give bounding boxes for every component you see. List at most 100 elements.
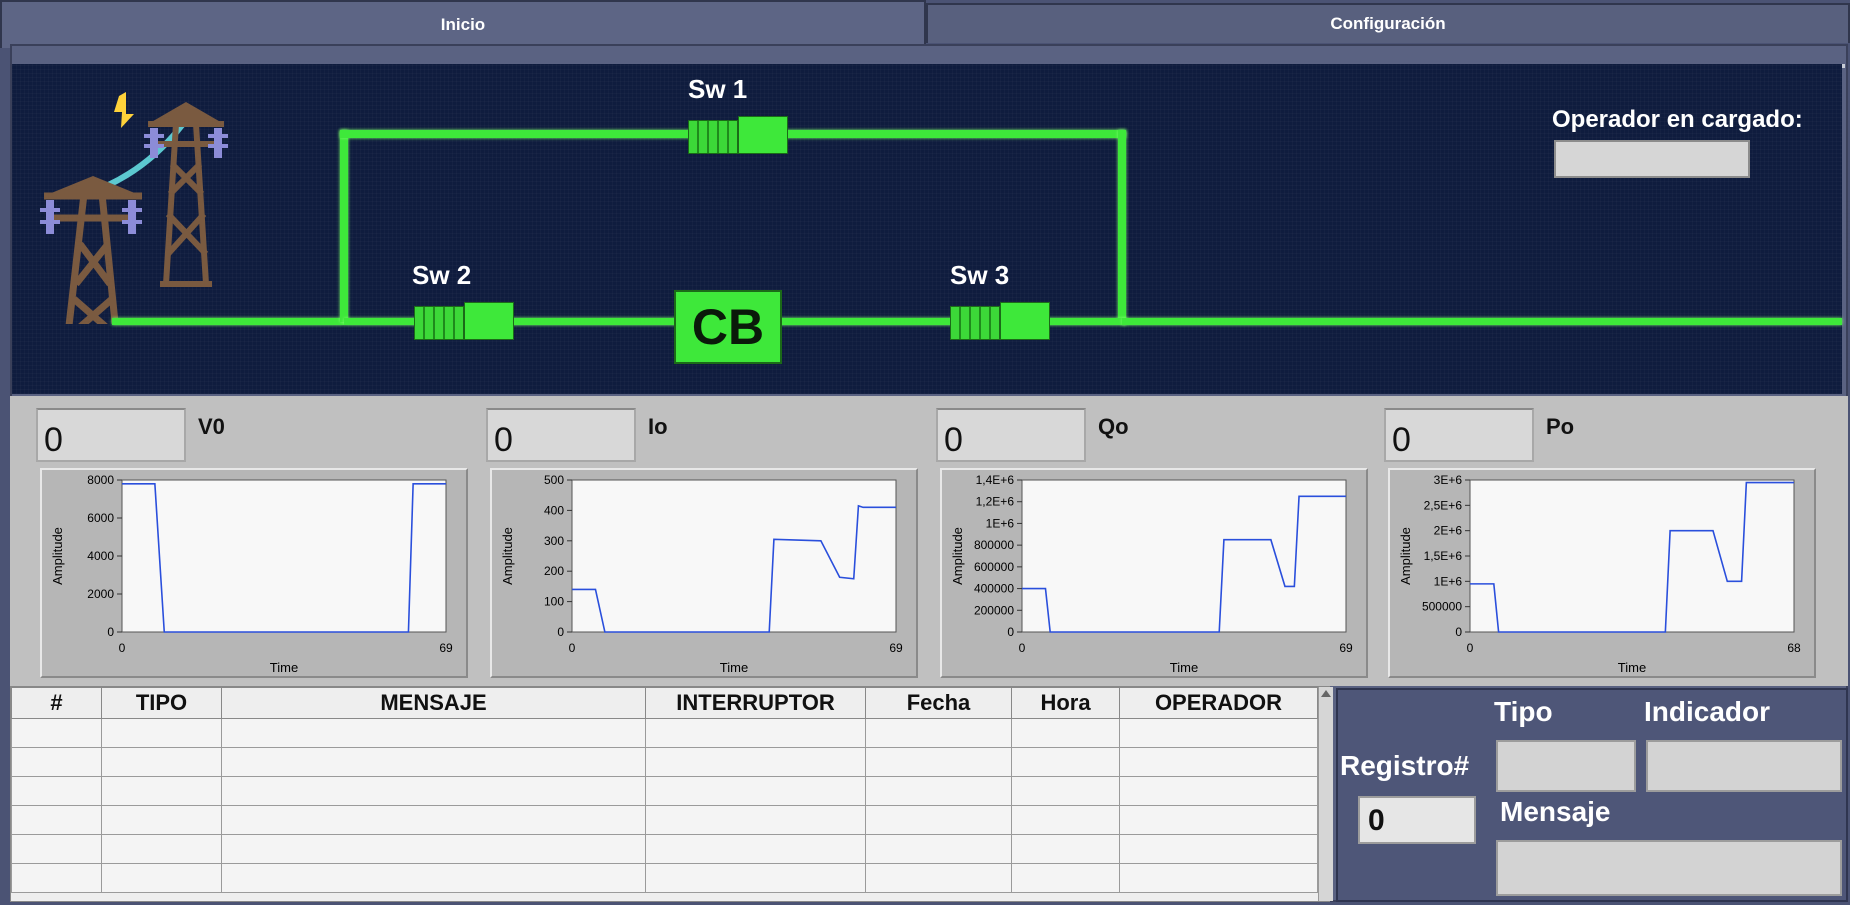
registro-field[interactable]: 0 (1358, 796, 1476, 844)
record-panel: Tipo Indicador Registro# 0 Mensaje (1336, 688, 1848, 902)
plot-area (571, 479, 897, 633)
y-tick-label: 8000 (87, 473, 114, 487)
table-cell (865, 776, 1012, 806)
meter-0-chart: 8000 6000 4000 2000 0 0 69 Time Amplitude (40, 468, 468, 678)
y-tick-label: 0 (557, 625, 564, 639)
x-tick-label: 0 (569, 641, 576, 655)
y-tick-label: 1,5E+6 (1424, 549, 1463, 563)
y-tick-label: 500 (544, 473, 564, 487)
column-header[interactable]: TIPO (101, 687, 222, 719)
meter-0-label: V0 (198, 414, 225, 439)
mensaje-field[interactable] (1496, 840, 1842, 896)
table-cell (865, 863, 1012, 893)
y-tick-label: 1E+6 (1434, 574, 1463, 588)
table-cell (1119, 834, 1318, 864)
registro-label: Registro# (1340, 750, 1470, 781)
table-cell (221, 747, 646, 777)
circuit-breaker-button[interactable]: CB (674, 290, 782, 364)
meter-1-value-field[interactable]: 0 (486, 408, 636, 462)
table-row[interactable] (11, 776, 1318, 806)
table-cell (221, 834, 646, 864)
table-cell (645, 718, 866, 748)
table-row[interactable] (11, 863, 1318, 893)
tipo-field[interactable] (1496, 740, 1636, 792)
table-cell (645, 863, 866, 893)
tab-configuracion[interactable]: Configuración (926, 3, 1850, 43)
table-cell (101, 805, 222, 835)
meter-1-label: Io (648, 414, 668, 439)
mensaje-label: Mensaje (1500, 796, 1611, 827)
table-cell (11, 805, 102, 835)
meter-3-plot: 3E+6 2,5E+6 2E+6 1,5E+6 1E+6 500000 00 68 Time Am… (1398, 473, 1801, 675)
y-axis-label: Amplitude (950, 527, 965, 585)
table-scrollbar[interactable] (1318, 687, 1333, 901)
y-tick-label: 2,5E+6 (1424, 498, 1463, 512)
y-axis-label: Amplitude (1398, 527, 1413, 585)
table-cell (1011, 805, 1120, 835)
meter-0-value-field[interactable]: 0 (36, 408, 186, 462)
y-axis-label: Amplitude (500, 527, 515, 585)
sw1-label: Sw 1 (688, 74, 748, 104)
table-row[interactable] (11, 718, 1318, 748)
meter-2-chart: 1,4E+6 1,2E+6 1E+6 800000 600000 400000 200000… (940, 468, 1368, 678)
x-axis-label: Time (720, 660, 748, 675)
table-row[interactable] (11, 834, 1318, 864)
x-tick-label: 0 (1019, 641, 1026, 655)
circuit-diagram: Sw 1 Sw 2 Sw 3 CB Operador en cargado: (12, 64, 1842, 394)
table-cell (645, 834, 866, 864)
meter-3-chart: 3E+6 2,5E+6 2E+6 1,5E+6 1E+6 500000 0 0 68 Time Am… (1388, 468, 1816, 678)
column-header[interactable]: INTERRUPTOR (645, 687, 866, 719)
x-axis-label: Time (1618, 660, 1646, 675)
column-header[interactable]: OPERADOR (1119, 687, 1318, 719)
sw3-label: Sw 3 (950, 260, 1010, 290)
table-cell (101, 863, 222, 893)
transmission-towers-icon (40, 92, 228, 324)
wire-main-right (1122, 318, 1842, 325)
table-cell (1011, 718, 1120, 748)
sw3-switch[interactable] (950, 302, 1050, 340)
wire-loop-right (1118, 130, 1126, 322)
operator-field[interactable] (1554, 140, 1750, 178)
x-tick-label: 68 (1787, 641, 1801, 655)
column-header[interactable]: Hora (1011, 687, 1120, 719)
table-cell (865, 718, 1012, 748)
y-tick-label: 100 (544, 595, 564, 609)
y-tick-label: 0 (1007, 625, 1014, 639)
sw2-label: Sw 2 (412, 260, 472, 290)
meter-2-value-field[interactable]: 0 (936, 408, 1086, 462)
y-tick-label: 200 (544, 564, 564, 578)
indicador-field[interactable] (1646, 740, 1842, 792)
cb-label: CB (691, 299, 765, 355)
table-cell (101, 747, 222, 777)
table-cell (865, 834, 1012, 864)
x-axis-label: Time (270, 660, 298, 675)
column-header[interactable]: MENSAJE (221, 687, 646, 719)
event-log-table[interactable]: # TIPO MENSAJE INTERRUPTOR Fecha Hora OPERADOR (10, 686, 1330, 902)
y-axis-label: Amplitude (50, 527, 65, 585)
table-cell (645, 805, 866, 835)
table-cell (221, 776, 646, 806)
y-tick-label: 600000 (974, 560, 1014, 574)
table-cell (645, 747, 866, 777)
table-cell (11, 834, 102, 864)
column-header[interactable]: # (11, 687, 102, 719)
table-row[interactable] (11, 805, 1318, 835)
meter-3-value-field[interactable]: 0 (1384, 408, 1534, 462)
y-tick-label: 200000 (974, 603, 1014, 617)
wire-loop-left (340, 130, 348, 322)
tab-inicio[interactable]: Inicio (0, 0, 926, 48)
y-tick-label: 1E+6 (986, 516, 1015, 530)
y-tick-label: 2E+6 (1434, 524, 1463, 538)
y-tick-label: 0 (1455, 625, 1462, 639)
x-tick-label: 0 (1467, 641, 1474, 655)
meter-3-label: Po (1546, 414, 1575, 439)
y-tick-label: 3E+6 (1434, 473, 1463, 487)
sw1-switch[interactable] (688, 116, 788, 154)
meter-2-plot: 1,4E+6 1,2E+6 1E+6 800000 600000 400000 200000… (950, 473, 1353, 675)
meter-1-chart: 500 400 300 200 100 0 0 69 Time Amplitude (490, 468, 918, 678)
table-row[interactable] (11, 747, 1318, 777)
sw2-switch[interactable] (414, 302, 514, 340)
operator-label: Operador en cargado: (1552, 106, 1803, 133)
table-cell (101, 718, 222, 748)
column-header[interactable]: Fecha (865, 687, 1012, 719)
